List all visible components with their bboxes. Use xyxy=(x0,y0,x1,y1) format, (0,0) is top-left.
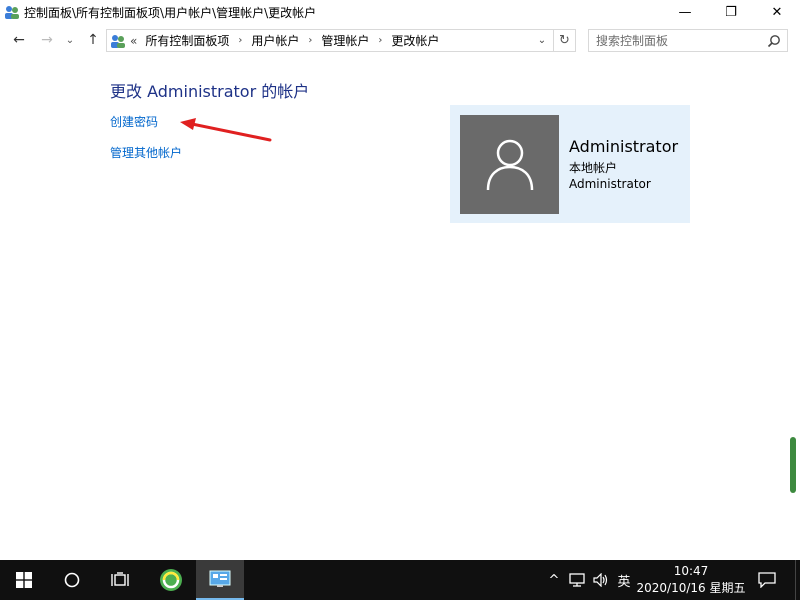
chevron-down-icon: ⌄ xyxy=(65,34,75,46)
page-title: 更改 Administrator 的帐户 xyxy=(110,82,310,101)
back-arrow-icon: ← xyxy=(13,32,25,48)
taskbar-app-control-panel[interactable] xyxy=(196,560,244,600)
search-box[interactable] xyxy=(588,29,788,52)
chevron-down-icon: ⌄ xyxy=(537,35,547,46)
user-icon xyxy=(486,139,533,190)
control-panel-icon xyxy=(111,34,125,48)
show-hidden-icons-button[interactable]: ^ xyxy=(544,560,564,600)
breadcrumb-change-account[interactable]: 更改帐户 xyxy=(391,32,439,49)
network-button[interactable] xyxy=(566,560,588,600)
clock-time: 10:47 xyxy=(673,564,709,578)
notification-icon xyxy=(758,572,776,588)
window-title: 控制面板\所有控制面板项\用户帐户\管理帐户\更改帐户 xyxy=(24,5,317,20)
task-view-icon xyxy=(111,572,129,586)
create-password-link[interactable]: 创建密码 xyxy=(110,113,158,130)
start-button[interactable] xyxy=(0,560,48,600)
taskbar: ^ 英 10:47 2020/10/16 星期五 xyxy=(0,560,800,600)
minimize-button[interactable]: — xyxy=(662,0,708,24)
refresh-button[interactable]: ↻ xyxy=(553,30,575,51)
manage-other-accounts-link[interactable]: 管理其他帐户 xyxy=(110,144,182,161)
refresh-icon: ↻ xyxy=(559,33,570,48)
scrollbar-thumb[interactable] xyxy=(790,437,796,493)
maximize-button[interactable]: ❐ xyxy=(708,0,754,24)
breadcrumb-separator-icon[interactable]: › xyxy=(378,35,382,46)
browser-app-icon xyxy=(160,569,182,591)
account-name: Administrator xyxy=(569,137,679,156)
clock[interactable]: 10:47 2020/10/16 星期五 xyxy=(636,563,746,599)
windows-logo-icon xyxy=(16,572,32,588)
annotation-arrow-icon xyxy=(180,118,272,142)
network-icon xyxy=(569,573,585,587)
forward-arrow-icon: → xyxy=(41,32,53,48)
title-bar: 控制面板\所有控制面板项\用户帐户\管理帐户\更改帐户 — ❐ ✕ xyxy=(0,0,800,24)
up-button[interactable]: ↑ xyxy=(82,29,104,51)
navigation-bar: ← → ⌄ ↑ « 所有控制面板项 › 用户帐户 › 管理帐户 › 更改帐户 ⌄… xyxy=(0,24,800,56)
control-panel-app-icon xyxy=(209,570,231,587)
task-view-button[interactable] xyxy=(96,560,144,600)
address-dropdown-button[interactable]: ⌄ xyxy=(535,30,549,51)
cortana-circle-icon xyxy=(64,572,80,588)
breadcrumb-separator-icon[interactable]: › xyxy=(308,35,312,46)
avatar xyxy=(460,115,559,214)
maximize-icon: ❐ xyxy=(725,4,737,20)
forward-button[interactable]: → xyxy=(36,29,58,51)
search-input[interactable] xyxy=(589,30,759,51)
speaker-icon xyxy=(593,573,608,587)
close-button[interactable]: ✕ xyxy=(754,0,800,24)
action-center-button[interactable] xyxy=(752,560,782,600)
show-desktop-button[interactable] xyxy=(795,560,800,600)
account-group: Administrator xyxy=(569,177,651,191)
taskbar-search-button[interactable] xyxy=(48,560,96,600)
back-button[interactable]: ← xyxy=(8,29,30,51)
close-icon: ✕ xyxy=(771,4,783,20)
account-type: 本地帐户 xyxy=(569,161,618,175)
control-panel-icon xyxy=(5,6,19,19)
account-card: Administrator 本地帐户 Administrator xyxy=(450,105,690,223)
clock-date: 2020/10/16 星期五 xyxy=(636,581,746,595)
breadcrumb-overflow[interactable]: « xyxy=(130,34,137,48)
breadcrumb-all-items[interactable]: 所有控制面板项 xyxy=(145,32,229,49)
breadcrumb-user-accounts[interactable]: 用户帐户 xyxy=(251,32,299,49)
input-method-indicator[interactable]: 英 xyxy=(614,560,634,600)
address-bar[interactable]: « 所有控制面板项 › 用户帐户 › 管理帐户 › 更改帐户 ⌄ ↻ xyxy=(106,29,576,52)
taskbar-app-browser[interactable] xyxy=(148,560,194,600)
breadcrumb-separator-icon[interactable]: › xyxy=(238,35,242,46)
breadcrumb-manage-accounts[interactable]: 管理帐户 xyxy=(321,32,369,49)
search-icon[interactable] xyxy=(767,34,781,48)
up-arrow-icon: ↑ xyxy=(87,32,99,48)
minimize-icon: — xyxy=(678,4,692,20)
chevron-up-icon: ^ xyxy=(548,572,560,588)
recent-locations-button[interactable]: ⌄ xyxy=(62,29,78,51)
volume-button[interactable] xyxy=(590,560,612,600)
